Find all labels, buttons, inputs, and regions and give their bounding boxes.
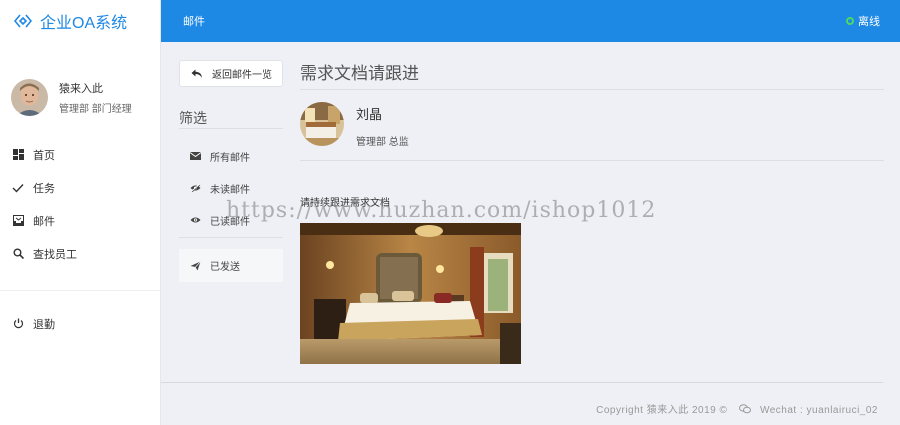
- power-icon: [12, 318, 24, 330]
- back-button-label: 返回邮件一览: [212, 70, 272, 81]
- avatar: [11, 78, 48, 116]
- sidebar-item-staff[interactable]: 查找员工: [0, 237, 160, 270]
- divider: [300, 160, 884, 161]
- user-panel: 猿来入此 管理部 部门经理: [0, 42, 160, 138]
- filter-all-mail[interactable]: 所有邮件: [179, 140, 283, 172]
- main-content: 返回邮件一览 筛选 所有邮件 未读邮件 已读邮件 已发送 需求文档请跟进 刘晶 …: [161, 42, 900, 425]
- chat-icon: [738, 404, 751, 417]
- logo-icon: [14, 14, 32, 28]
- sidebar-item-label: 任务: [33, 182, 55, 195]
- sender-avatar: [300, 102, 344, 146]
- eye-slash-icon: [190, 184, 201, 192]
- divider: [0, 290, 160, 291]
- filter-label: 已发送: [210, 262, 240, 273]
- footer-wechat: Wechat : yuanlairuci_02: [759, 405, 878, 416]
- sidebar: 企业OA系统 猿来入此 管理部 部门经理 首页 任务 邮件 查找员工 退勤: [0, 0, 161, 425]
- status-label: 离线: [858, 16, 880, 28]
- reply-arrow-icon: [191, 69, 203, 79]
- sender-department: 管理部 总监: [356, 137, 409, 148]
- user-role: 管理部 部门经理: [59, 103, 132, 115]
- search-icon: [12, 248, 24, 260]
- sidebar-item-logout[interactable]: 退勤: [0, 307, 160, 340]
- mail-attachment-image[interactable]: [300, 223, 521, 364]
- sender-name: 刘晶: [356, 107, 383, 122]
- filter-title: 筛选: [179, 110, 207, 126]
- filter-label: 未读邮件: [210, 184, 250, 196]
- watermark-text: https://www.huzhan.com/ishop1012: [226, 198, 657, 223]
- sender-info: 刘晶 管理部 总监: [300, 102, 409, 148]
- divider: [300, 89, 884, 90]
- user-name: 猿来入此: [59, 82, 103, 95]
- divider: [179, 237, 283, 238]
- dashboard-icon: [12, 149, 24, 161]
- footer-copyright: Copyright 猿来入此 2019 ©: [596, 405, 728, 416]
- paper-plane-icon: [190, 260, 201, 271]
- sidebar-item-label: 退勤: [33, 318, 55, 331]
- sidebar-item-mail[interactable]: 邮件: [0, 204, 160, 237]
- mail-subject: 需求文档请跟进: [300, 64, 419, 83]
- envelope-icon: [190, 152, 201, 160]
- filter-label: 所有邮件: [210, 152, 250, 164]
- sidebar-item-label: 查找员工: [33, 248, 77, 261]
- back-to-mail-list-button[interactable]: 返回邮件一览: [179, 60, 283, 87]
- check-icon: [12, 182, 24, 194]
- sidebar-item-home[interactable]: 首页: [0, 138, 160, 171]
- status-dot-icon: [846, 17, 854, 25]
- filter-sent-mail[interactable]: 已发送: [179, 249, 283, 282]
- sidebar-item-label: 邮件: [33, 215, 55, 228]
- footer: Copyright 猿来入此 2019 © Wechat : yuanlairu…: [596, 401, 878, 417]
- eye-icon: [190, 216, 201, 224]
- divider: [161, 382, 883, 383]
- brand[interactable]: 企业OA系统: [0, 0, 160, 42]
- inbox-icon: [12, 215, 24, 227]
- sidebar-item-tasks[interactable]: 任务: [0, 171, 160, 204]
- brand-title: 企业OA系统: [40, 15, 128, 32]
- divider: [179, 128, 283, 129]
- status-indicator[interactable]: 离线: [846, 13, 880, 29]
- page-title: 邮件: [183, 16, 205, 28]
- sidebar-item-label: 首页: [33, 149, 55, 162]
- top-bar: 邮件 离线: [161, 0, 900, 42]
